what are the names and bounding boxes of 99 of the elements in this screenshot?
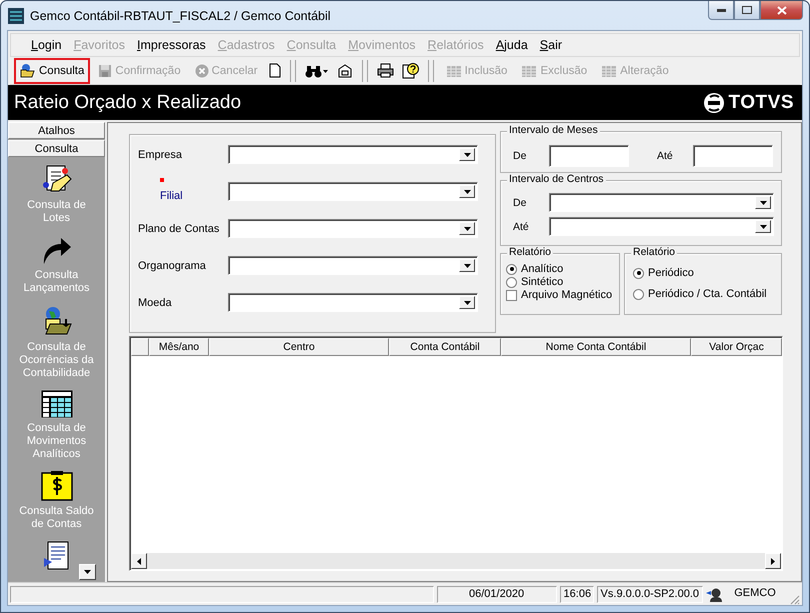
caret-down-icon [464,190,470,194]
checkbox[interactable] [506,290,517,300]
dropdown-field[interactable] [549,193,774,212]
dropdown-field[interactable] [228,182,478,201]
radio-label: Periódico [648,267,694,279]
dropdown-button[interactable] [755,196,771,209]
left-arrow-icon [137,558,141,564]
field-label: Até [657,150,674,162]
shortcut-label[interactable]: Consulta Lançamentos [14,269,98,295]
window-title: Gemco Contábil-RBTAUT_FISCAL2 / Gemco Contábil [30,8,332,22]
page-title: Rateio Orçado x Realizado [14,92,242,114]
dropdown-button[interactable] [459,185,475,198]
caret-down-icon [760,224,766,228]
horizontal-scrollbar[interactable] [131,553,781,569]
dropdown-field[interactable] [228,256,478,275]
dropdown-field[interactable] [549,217,774,236]
menu-item[interactable]: Sair [534,38,568,52]
close-button[interactable] [760,1,803,20]
caret-down-icon [464,264,470,268]
caret-down-icon [84,570,91,574]
caret-down-icon [464,226,470,230]
scroll-down-button[interactable] [79,564,96,580]
field-label: Empresa [138,148,184,160]
column-header[interactable]: Nome Conta Contábil [501,338,691,356]
group-title: Intervalo de Meses [507,124,600,136]
radio-button[interactable] [506,276,517,288]
status-user: GEMCO [733,586,777,600]
status-time: 16:06 [560,586,594,602]
menu-item[interactable]: Impressoras [131,38,212,52]
minimize-icon [716,8,726,12]
field-label: Organograma [138,260,207,272]
status-date: 06/01/2020 [436,586,557,602]
table-icon [40,390,72,418]
radio-label: Analítico [521,263,564,275]
sidebar-tab[interactable]: Atalhos [8,122,105,139]
radio-label: Periódico / Cta. Contábil [648,288,767,300]
toolbar-button[interactable]: Consulta [14,58,90,84]
radio-label: Sintético [521,276,564,288]
shortcut-label[interactable]: Consulta Saldo de Contas [14,505,98,531]
cancel-icon [194,64,209,78]
dollar-clipboard-icon [40,471,72,501]
dropdown-button[interactable] [755,220,771,233]
radio-button[interactable] [633,288,644,300]
input-field[interactable] [693,145,773,167]
field-label: Moeda [138,296,173,308]
caret-down-icon [464,152,470,156]
logo-text: TOTVS [728,92,794,114]
folder-icon [20,63,36,78]
dropdown-field[interactable] [228,145,478,164]
resize-grip-icon[interactable] [788,593,800,605]
radio-button[interactable] [633,268,644,278]
grid-icon [601,64,618,78]
shortcut-label[interactable]: Consulta de Lotes [14,199,98,225]
printer-icon [376,63,394,78]
menu-item[interactable]: Ajuda [490,38,534,52]
right-arrow-icon [771,558,775,564]
column-header[interactable]: Mês/ano [149,338,209,356]
field-label: Até [513,220,530,232]
column-header[interactable]: Centro [209,338,389,356]
maximize-button[interactable] [734,1,760,20]
maximize-icon [742,6,752,14]
logo-icon [702,92,724,114]
sidebar-tab[interactable]: Consulta [8,140,105,157]
field-label: De [513,150,528,162]
document-icon [42,541,70,571]
close-icon [776,6,786,14]
field-label: Plano de Contas [138,222,220,234]
user-icon [706,586,722,602]
dropdown-button[interactable] [459,296,475,309]
menu-item[interactable]: Login [25,38,68,52]
status-version: Vs.9.0.0.0-SP2.00.0 [596,586,703,602]
dropdown-field[interactable] [228,219,478,238]
dropdown-button[interactable] [459,148,475,161]
dropdown-button[interactable] [459,259,475,272]
shortcut-label[interactable]: Consulta de Ocorrências da Contabilidade [14,341,98,380]
grid-icon [521,64,538,78]
input-field[interactable] [549,145,629,167]
page-icon [268,63,281,78]
help-icon [402,62,419,79]
dropdown-field[interactable] [228,293,478,312]
app-icon [8,8,24,24]
binoculars-icon [304,64,329,78]
column-header[interactable]: Valor Orçac [691,338,782,356]
shortcut-label[interactable]: Consulta de Movimentos Analíticos [14,422,98,461]
checkbox-label: Arquivo Magnético [521,289,612,301]
caret-down-icon [464,300,470,304]
field-label: De [513,196,528,208]
grid-icon [446,64,462,78]
scroll-left-button[interactable] [131,553,147,569]
group-title: Relatório [507,246,554,258]
radio-button[interactable] [506,264,517,274]
minimize-button[interactable] [708,1,734,20]
caret-down-icon [760,200,766,204]
group-title: Intervalo de Centros [507,173,606,185]
column-header[interactable]: Conta Contábil [389,338,501,356]
dropdown-button[interactable] [459,222,475,235]
group-title: Relatório [631,246,678,258]
field-label: Filial [159,190,184,202]
scroll-right-button[interactable] [765,553,781,569]
